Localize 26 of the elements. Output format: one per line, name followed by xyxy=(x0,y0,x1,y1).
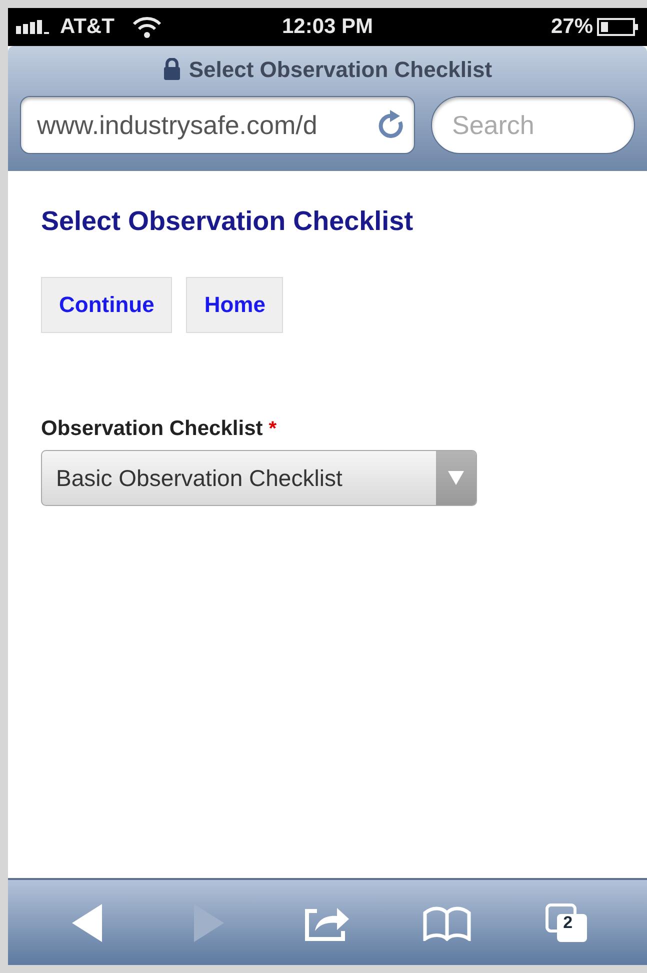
right-arrow-icon xyxy=(192,904,224,942)
url-field[interactable]: www.industrysafe.com/d xyxy=(20,96,415,154)
pages-icon xyxy=(545,902,590,942)
nav-button[interactable]: Continue xyxy=(41,276,172,332)
battery-percentage: 27% xyxy=(550,14,594,40)
tabs-button[interactable]: 2 xyxy=(542,898,592,948)
select-value: Basic Observation Checklist xyxy=(55,464,344,493)
clock-time: 12:03 PM xyxy=(280,14,374,40)
url-text: www.industrysafe.com/d xyxy=(37,108,318,142)
signal-icon xyxy=(16,20,52,34)
wifi-icon xyxy=(132,16,162,38)
required-mark: * xyxy=(268,416,277,442)
page-title: Select Observation Checklist xyxy=(188,56,492,84)
left-arrow-icon xyxy=(72,904,104,942)
battery-icon xyxy=(597,17,640,37)
tab-count: 2 xyxy=(563,914,573,930)
field-label: Observation Checklist xyxy=(41,416,263,442)
open-book-icon xyxy=(422,904,472,940)
reload-icon xyxy=(378,110,406,140)
nav-button[interactable]: Home xyxy=(186,276,284,332)
search-field[interactable]: Search xyxy=(431,96,635,154)
lock-icon xyxy=(162,58,181,80)
checklist-select[interactable]: Basic Observation Checklist xyxy=(41,450,477,506)
dropdown-arrow-icon xyxy=(448,471,464,485)
carrier-name: AT&T xyxy=(60,14,114,40)
page-heading: Select Observation Checklist xyxy=(41,205,414,238)
